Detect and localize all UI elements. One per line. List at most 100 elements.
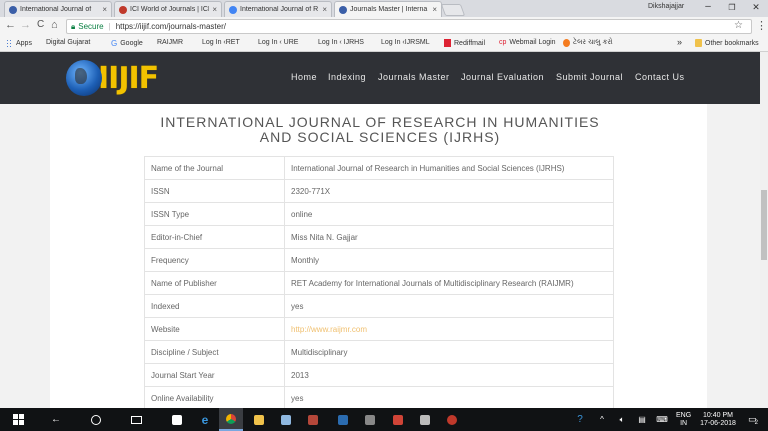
bookmark-item[interactable]: Log In ‹ URE bbox=[258, 39, 298, 151]
back-icon[interactable]: ← bbox=[5, 19, 16, 31]
site-logo[interactable]: IIJIF bbox=[66, 60, 159, 96]
paint-icon[interactable] bbox=[274, 408, 298, 431]
other-bookmarks[interactable]: Other bookmarks bbox=[695, 39, 759, 47]
tab-close-icon[interactable]: × bbox=[212, 5, 217, 14]
table-row: Name of the Journal International Journal… bbox=[144, 156, 614, 180]
photos-icon[interactable] bbox=[301, 408, 325, 431]
nav-journals-master[interactable]: Journals Master bbox=[378, 72, 450, 82]
new-tab-button[interactable] bbox=[440, 4, 466, 16]
bookmark-item[interactable]: G Google bbox=[111, 39, 143, 48]
bookmark-star-icon[interactable]: ☆ bbox=[734, 20, 743, 31]
tab-close-icon[interactable]: × bbox=[102, 5, 107, 14]
file-explorer-icon[interactable] bbox=[247, 408, 271, 431]
bookmark-item[interactable]: Log In ‹ IJRHS bbox=[318, 39, 364, 151]
calculator-icon[interactable] bbox=[413, 408, 437, 431]
app-icon[interactable] bbox=[358, 408, 382, 431]
tab-close-icon[interactable]: × bbox=[432, 5, 437, 14]
bookmark-item[interactable]: RAIJMR bbox=[157, 39, 184, 151]
profile-name[interactable]: Dikshajajjar bbox=[648, 3, 684, 10]
keyboard-icon[interactable]: ⌨︎ bbox=[650, 408, 674, 431]
journal-details-table: Name of the Journal International Journal… bbox=[144, 156, 614, 408]
bookmark-item[interactable]: Digital Gujarat bbox=[46, 39, 91, 151]
tab-favicon-icon bbox=[9, 5, 17, 14]
nav-contact-us[interactable]: Contact Us bbox=[635, 72, 685, 82]
website-link[interactable]: http://www.raijmr.com bbox=[291, 325, 367, 334]
bookmark-item[interactable]: Log In ‹RET bbox=[202, 39, 240, 151]
tab-title: Journals Master | Interna bbox=[350, 6, 428, 13]
row-label: Online Availability bbox=[144, 386, 285, 408]
browser-tab[interactable]: International Journal of R × bbox=[224, 1, 332, 17]
close-window-icon[interactable]: ✕ bbox=[744, 2, 768, 13]
minimize-icon[interactable]: – bbox=[696, 1, 720, 12]
bookmark-apps[interactable]: Apps bbox=[6, 39, 32, 47]
row-label: Frequency bbox=[144, 248, 285, 272]
bookmark-item[interactable]: ટેલર ચાલુ કરો bbox=[563, 39, 613, 47]
back-arrow-icon[interactable]: ← bbox=[44, 408, 68, 431]
orange-icon bbox=[563, 39, 570, 47]
secure-label: Secure bbox=[78, 22, 104, 31]
tab-close-icon[interactable]: × bbox=[322, 5, 327, 14]
table-row: Discipline / Subject Multidisciplinary bbox=[144, 340, 614, 364]
region-code: IN bbox=[680, 420, 688, 427]
table-row: ISSN Type online bbox=[144, 202, 614, 226]
lock-icon: 🔒︎ bbox=[71, 21, 76, 31]
app-icon[interactable] bbox=[440, 408, 464, 431]
browser-tab[interactable]: ICI World of Journals | ICI × bbox=[114, 1, 222, 17]
globe-icon bbox=[66, 60, 102, 96]
page-content: INTERNATIONAL JOURNAL OF RESEARCH IN HUM… bbox=[0, 104, 760, 408]
chrome-taskbar-icon[interactable] bbox=[219, 408, 243, 431]
scrollbar-thumb[interactable] bbox=[761, 190, 767, 260]
help-icon[interactable]: ? bbox=[568, 408, 592, 431]
url-text[interactable]: https://iijif.com/journals-master/ bbox=[116, 22, 226, 31]
row-label: Indexed bbox=[144, 294, 285, 318]
bookmark-label: Webmail Login bbox=[509, 39, 556, 46]
bookmark-label: Digital Gujarat bbox=[46, 39, 91, 46]
nav-journal-evaluation[interactable]: Journal Evaluation bbox=[461, 72, 544, 82]
row-label: Journal Start Year bbox=[144, 363, 285, 387]
home-icon[interactable]: ⌂ bbox=[51, 19, 58, 31]
bookmark-item[interactable]: cp Webmail Login bbox=[499, 39, 556, 46]
edge-icon[interactable]: e bbox=[193, 408, 217, 431]
row-value: online bbox=[284, 202, 614, 226]
bookmarks-overflow-icon[interactable]: » bbox=[677, 37, 682, 47]
browser-menu-icon[interactable]: ⋮ bbox=[756, 19, 767, 32]
logo-text: IIJIF bbox=[98, 60, 159, 96]
bookmark-label: Log In ‹ IJRHS bbox=[318, 39, 364, 46]
language-indicator[interactable]: ENG IN bbox=[676, 412, 691, 428]
browser-tab[interactable]: International Journal of × bbox=[4, 1, 112, 17]
clock-time: 10:40 PM bbox=[703, 412, 733, 419]
table-row: ISSN 2320-771X bbox=[144, 179, 614, 203]
browser-tab-active[interactable]: Journals Master | Interna × bbox=[334, 1, 442, 17]
reload-icon[interactable]: C bbox=[37, 19, 44, 30]
bookmark-label: Log In ‹RET bbox=[202, 39, 240, 46]
row-label: Name of the Journal bbox=[144, 156, 285, 180]
clock[interactable]: 10:40 PM 17-06-2018 bbox=[698, 412, 738, 428]
table-row: Editor-in-Chief Miss Nita N. Gajjar bbox=[144, 225, 614, 249]
cortana-icon[interactable] bbox=[84, 408, 108, 431]
nav-home[interactable]: Home bbox=[291, 72, 317, 82]
app-icon[interactable] bbox=[386, 408, 410, 431]
download-icon[interactable] bbox=[331, 408, 355, 431]
table-row: Name of Publisher RET Academy for Interna… bbox=[144, 271, 614, 295]
row-label: ISSN bbox=[144, 179, 285, 203]
page-scrollbar[interactable] bbox=[760, 52, 768, 408]
address-toolbar: ← → C ⌂ 🔒︎ Secure | https://iijif.com/jo… bbox=[0, 17, 768, 36]
nav-indexing[interactable]: Indexing bbox=[328, 72, 366, 82]
maximize-icon[interactable]: ❐ bbox=[720, 3, 744, 12]
forward-icon[interactable]: → bbox=[20, 19, 31, 31]
url-bar[interactable]: 🔒︎ Secure | https://iijif.com/journals-m… bbox=[66, 19, 752, 34]
table-row: Journal Start Year 2013 bbox=[144, 363, 614, 387]
notification-icon[interactable]: ▭ 2 bbox=[741, 408, 765, 431]
folder-icon bbox=[695, 39, 702, 47]
bookmark-label: Rediffmail bbox=[454, 39, 485, 47]
bookmark-item[interactable]: Rediffmail bbox=[444, 39, 485, 47]
store-icon[interactable] bbox=[165, 408, 189, 431]
bookmark-item[interactable]: Log In ‹IJRSML bbox=[381, 39, 430, 151]
table-row: Frequency Monthly bbox=[144, 248, 614, 272]
nav-submit-journal[interactable]: Submit Journal bbox=[556, 72, 623, 82]
site-header: IIJIF Home Indexing Journals Master Jour… bbox=[0, 52, 768, 104]
task-view-icon[interactable] bbox=[124, 408, 148, 431]
windows-start-icon[interactable] bbox=[0, 408, 36, 431]
bookmark-label: RAIJMR bbox=[157, 39, 184, 46]
row-value: http://www.raijmr.com bbox=[284, 317, 614, 341]
